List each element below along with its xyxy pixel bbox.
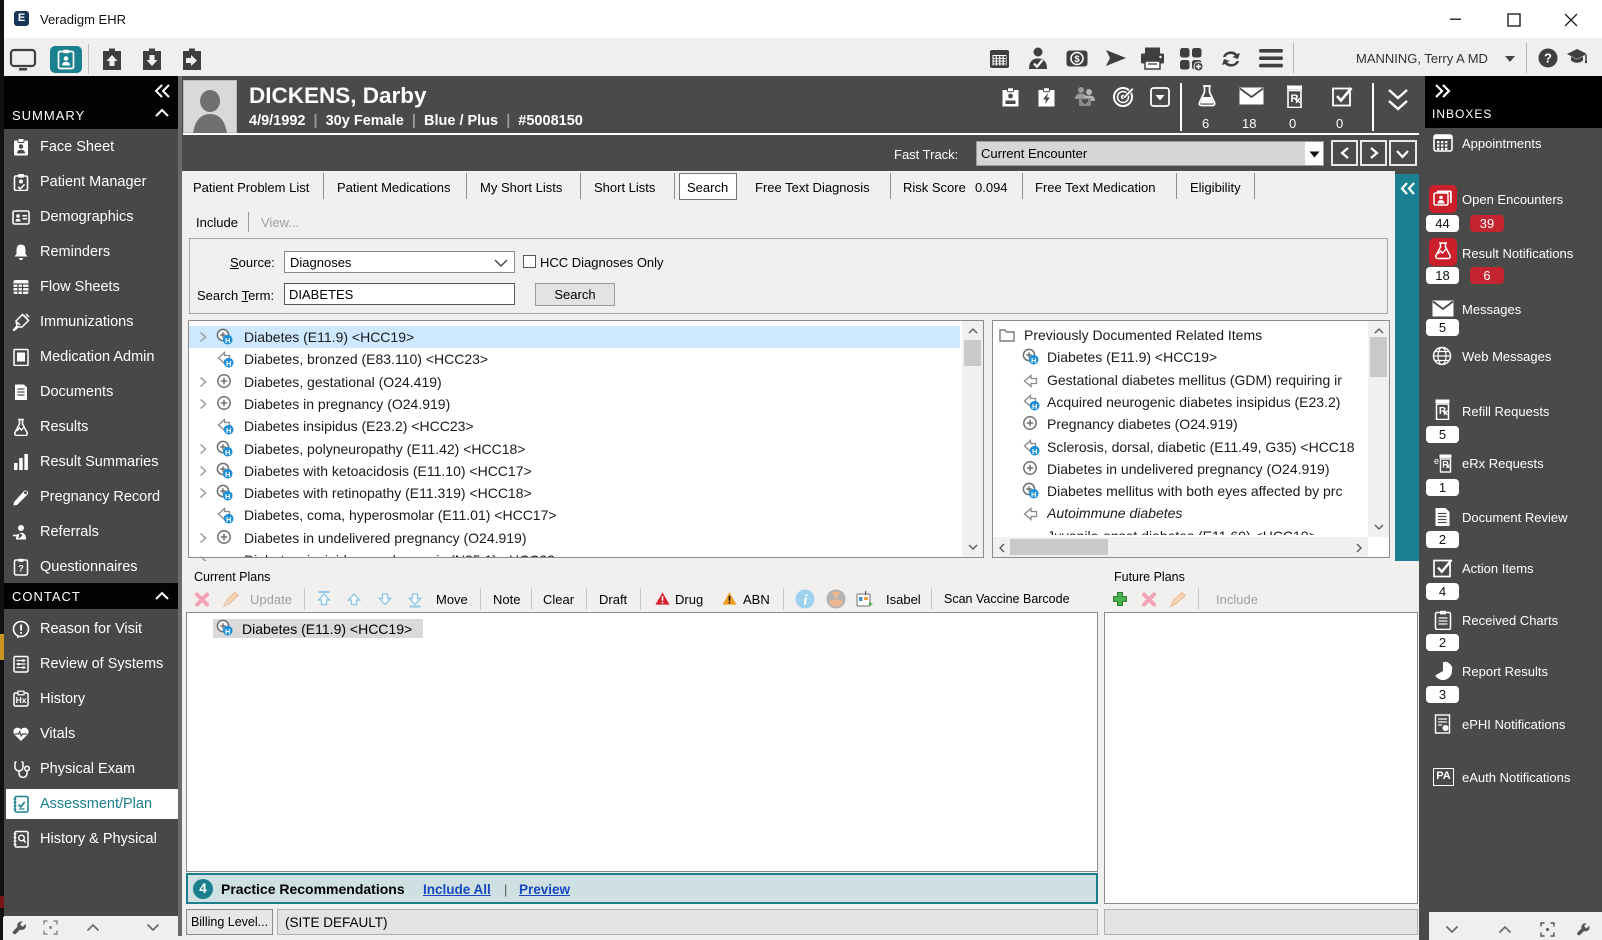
svg-text:H: H [225, 470, 230, 479]
svg-text:$: $ [1074, 54, 1080, 65]
svg-text:H: H [225, 492, 230, 501]
svg-text:?: ? [18, 564, 24, 574]
svg-text:H: H [1032, 447, 1037, 456]
svg-text:R: R [1442, 460, 1449, 470]
svg-text:R: R [1439, 406, 1447, 417]
svg-text:?: ? [1544, 51, 1552, 66]
svg-text:H: H [225, 336, 230, 345]
svg-text:H: H [226, 426, 231, 435]
svg-text:H: H [1031, 356, 1036, 365]
svg-text:H: H [226, 515, 231, 524]
svg-text:H: H [226, 359, 231, 368]
svg-text:H: H [1032, 402, 1037, 411]
svg-text:e: e [1434, 456, 1439, 466]
svg-text:H: H [225, 448, 230, 457]
svg-text:Hx: Hx [16, 695, 27, 705]
svg-text:H: H [1031, 490, 1036, 499]
svg-text:H: H [225, 627, 230, 636]
